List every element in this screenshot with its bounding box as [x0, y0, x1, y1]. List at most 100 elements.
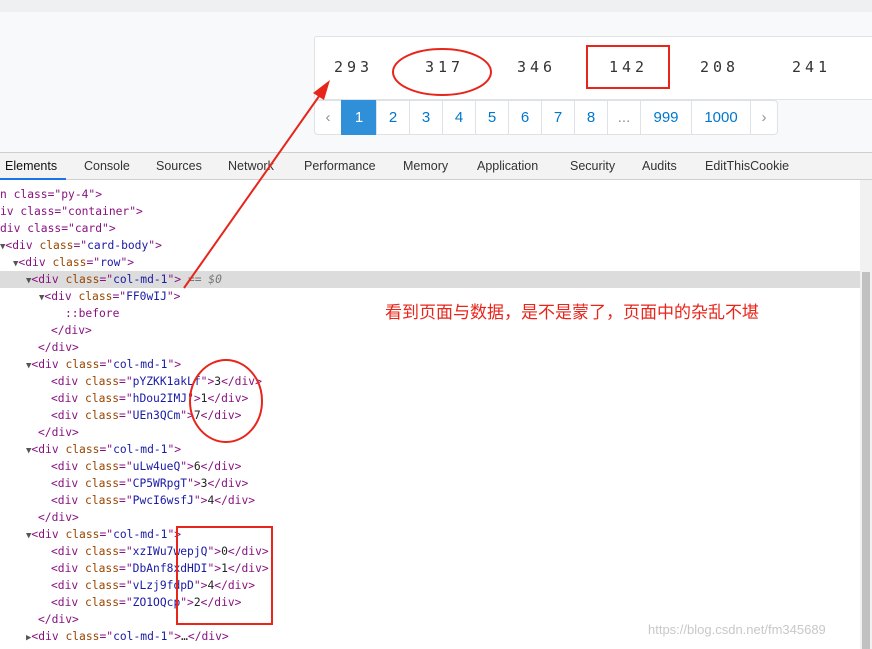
dom-node[interactable]: </div> [51, 322, 92, 339]
expand-triangle-icon[interactable]: ▼ [26, 361, 31, 371]
dom-node[interactable]: </div> [38, 611, 79, 628]
class-value: pYZKK1akLf [132, 375, 201, 388]
node-text: n class="py-4"> [0, 188, 103, 201]
dom-node[interactable]: <div class="ZO1OQcp">2</div> [51, 594, 241, 611]
watermark: https://blog.csdn.net/fm345689 [648, 622, 826, 637]
node-text: iv class="container"> [0, 205, 143, 218]
class-value: col-md-1 [113, 528, 168, 541]
dom-node[interactable]: ▼<div class="FF0wIJ"> [39, 288, 180, 305]
class-value: DbAnf8xdHDI [132, 562, 208, 575]
dom-node[interactable]: <div class="PwcI6wsfJ">4</div> [51, 492, 255, 509]
collapse-triangle-icon[interactable]: ▶ [26, 633, 31, 643]
number-value: 241 [792, 58, 832, 76]
class-value: ZO1OQcp [132, 596, 181, 609]
tab-editthiscookie[interactable]: EditThisCookie [705, 159, 789, 173]
dom-node[interactable]: ▼<div class="card-body"> [0, 237, 162, 254]
page-next-button[interactable]: › [750, 100, 778, 135]
elements-tree: n class="py-4"> iv class="container"> di… [0, 180, 860, 649]
dom-node[interactable]: <div class="CP5WRpgT">3</div> [51, 475, 248, 492]
class-value: PwcI6wsfJ [132, 494, 194, 507]
page-link[interactable]: 3 [409, 100, 443, 135]
dom-node[interactable]: n class="py-4"> [0, 186, 102, 203]
selected-marker: == $0 [181, 273, 222, 286]
expand-triangle-icon[interactable]: ▼ [26, 531, 31, 541]
dom-node[interactable]: <div class="hDou2IMJ">1</div> [51, 390, 248, 407]
numbers-card [314, 36, 872, 100]
dom-node[interactable]: </div> [38, 339, 79, 356]
class-value: col-md-1 [113, 358, 168, 371]
dom-node[interactable]: <div class="pYZKK1akLf">3</div> [51, 373, 262, 390]
node-value: 4 [207, 494, 215, 507]
page-link[interactable]: 2 [376, 100, 410, 135]
page-ellipsis: ... [607, 100, 641, 135]
node-value: 3 [214, 375, 222, 388]
tab-audits[interactable]: Audits [642, 159, 677, 173]
dom-node[interactable]: iv class="container"> [0, 203, 143, 220]
dom-node[interactable]: <div class="UEn3QCm">7</div> [51, 407, 241, 424]
dom-node[interactable]: ▼<div class="col-md-1"> [26, 441, 181, 458]
node-value: 6 [193, 460, 201, 473]
page-link[interactable]: 8 [574, 100, 608, 135]
expand-triangle-icon[interactable]: ▼ [0, 242, 5, 252]
class-value: vLzj9fdpD [132, 579, 194, 592]
number-value: 293 [334, 58, 374, 76]
dom-node-selected[interactable]: ▼<div class="col-md-1"> == $0 [0, 271, 860, 288]
tab-console[interactable]: Console [84, 159, 130, 173]
dom-node[interactable]: div class="card"> [0, 220, 116, 237]
page-link[interactable]: 5 [475, 100, 509, 135]
node-value: 2 [193, 596, 201, 609]
page-link[interactable]: 1000 [691, 100, 751, 135]
class-value: xzIWu7wepjQ [132, 545, 208, 558]
page-link[interactable]: 4 [442, 100, 476, 135]
tab-security[interactable]: Security [570, 159, 615, 173]
dom-node[interactable]: <div class="xzIWu7wepjQ">0</div> [51, 543, 269, 560]
class-value: row [100, 256, 121, 269]
dom-node[interactable]: </div> [38, 424, 79, 441]
dom-node[interactable]: ::before [65, 305, 119, 322]
tab-network[interactable]: Network [228, 159, 274, 173]
dom-node[interactable]: ▼<div class="col-md-1"> [26, 526, 181, 543]
annotation-note: 看到页面与数据，是不是蒙了，页面中的杂乱不堪 [385, 303, 759, 322]
dom-node[interactable]: ▼<div class="row"> [13, 254, 134, 271]
dom-node[interactable]: <div class="uLw4ueQ">6</div> [51, 458, 241, 475]
dom-node[interactable]: ▼<div class="col-md-1"> [26, 356, 181, 373]
page-link-active[interactable]: 1 [341, 100, 377, 135]
node-value: 1 [200, 392, 208, 405]
expand-triangle-icon[interactable]: ▼ [13, 259, 18, 269]
devtools-tabbar: Elements Console Sources Network Perform… [0, 152, 872, 180]
tab-performance[interactable]: Performance [304, 159, 376, 173]
expand-triangle-icon[interactable]: ▼ [26, 276, 31, 286]
rendered-page: 293 317 346 142 208 241 ‹ 1 2 3 4 5 6 7 … [0, 0, 872, 152]
node-value: 1 [221, 562, 228, 575]
page-link[interactable]: 999 [640, 100, 692, 135]
navbar-shadow [0, 0, 872, 12]
number-value: 346 [517, 58, 557, 76]
tab-sources[interactable]: Sources [156, 159, 202, 173]
page-link[interactable]: 7 [541, 100, 575, 135]
pseudo-element: ::before [65, 307, 120, 320]
class-value: UEn3QCm [132, 409, 181, 422]
pagination: ‹ 1 2 3 4 5 6 7 8 ... 999 1000 › [314, 100, 778, 135]
devtools-panel: Elements Console Sources Network Perform… [0, 152, 872, 649]
tab-application[interactable]: Application [477, 159, 538, 173]
class-value: col-md-1 [113, 630, 168, 643]
node-text: div class="card"> [0, 222, 116, 235]
expand-triangle-icon[interactable]: ▼ [26, 446, 31, 456]
page-prev-button[interactable]: ‹ [314, 100, 342, 135]
number-value: 317 [425, 58, 465, 76]
dom-node[interactable]: </div> [38, 509, 79, 526]
dom-node[interactable]: <div class="vLzj9fdpD">4</div> [51, 577, 255, 594]
tab-memory[interactable]: Memory [403, 159, 448, 173]
scrollbar-thumb[interactable] [862, 272, 870, 649]
dom-node[interactable]: <div class="DbAnf8xdHDI">1</div> [51, 560, 269, 577]
dom-node[interactable]: ▶<div class="col-md-1">…</div> [26, 628, 229, 645]
class-value: col-md-1 [113, 273, 168, 286]
class-value: card-body [87, 239, 149, 252]
page-link[interactable]: 6 [508, 100, 542, 135]
node-value: 7 [193, 409, 201, 422]
number-value: 142 [609, 58, 649, 76]
number-value: 208 [700, 58, 740, 76]
tab-elements[interactable]: Elements [5, 159, 57, 173]
collapsed-ellipsis: … [181, 630, 188, 643]
expand-triangle-icon[interactable]: ▼ [39, 293, 44, 303]
